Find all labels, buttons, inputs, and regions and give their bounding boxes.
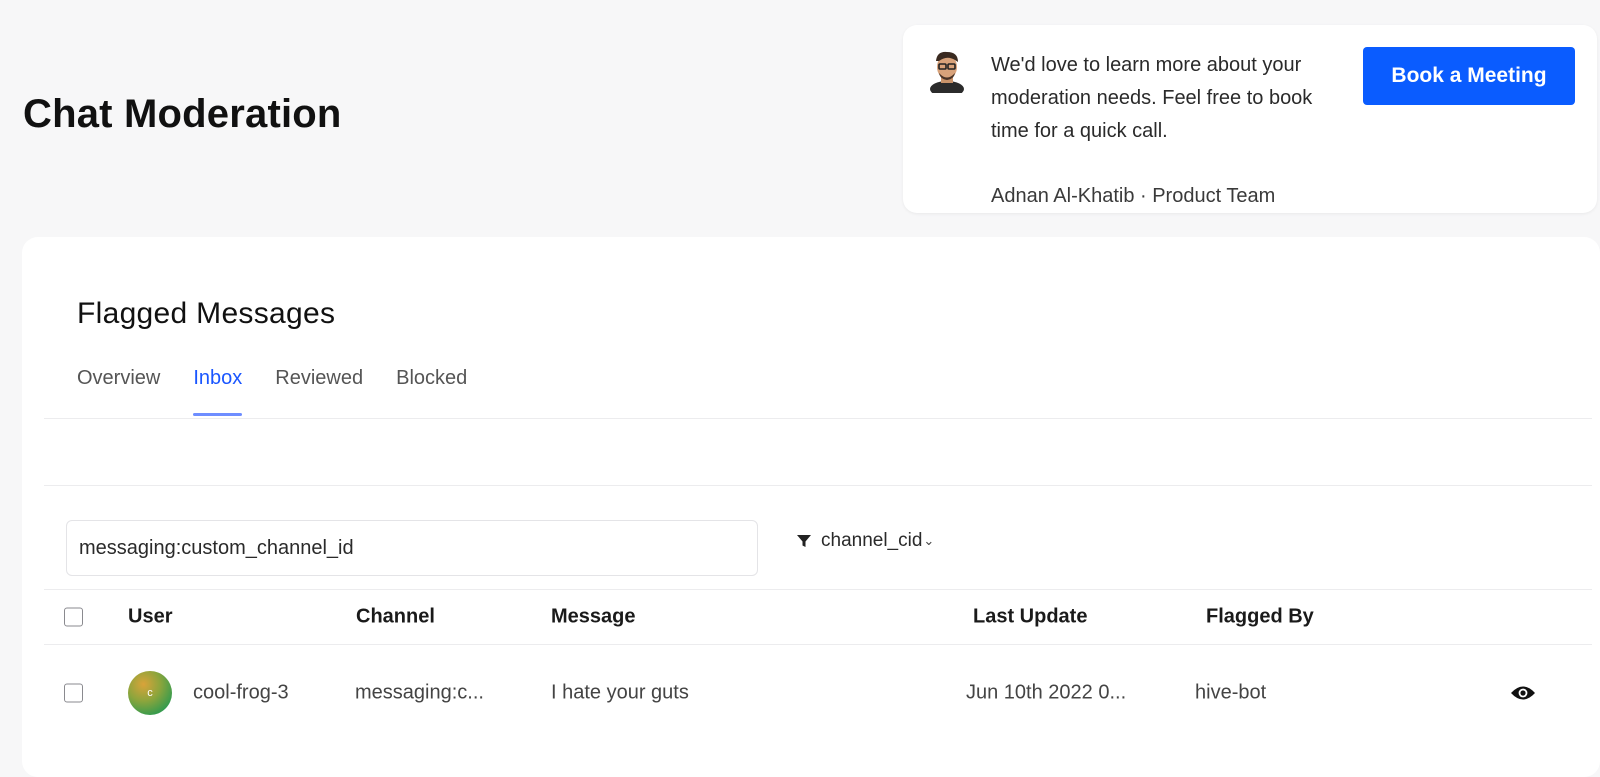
row-user: cool-frog-3 <box>193 681 289 704</box>
row-last-update: Jun 10th 2022 0... <box>966 681 1127 704</box>
row-message: I hate your guts <box>551 681 689 704</box>
column-header-last-update[interactable]: Last Update <box>973 606 1087 629</box>
column-header-message[interactable]: Message <box>551 606 636 629</box>
flagged-messages-card: Flagged Messages Overview Inbox Reviewed… <box>22 237 1600 777</box>
promo-card: We'd love to learn more about your moder… <box>903 25 1597 213</box>
row-checkbox[interactable] <box>64 683 83 703</box>
column-header-flagged-by[interactable]: Flagged By <box>1206 606 1314 629</box>
channel-filter-input[interactable] <box>66 520 758 576</box>
avatar: c <box>128 671 172 715</box>
promo-author: Adnan Al-Khatib · Product Team <box>991 185 1276 207</box>
page-title: Chat Moderation <box>23 92 342 136</box>
table-header: User Channel Message Last Update Flagged… <box>44 590 1592 644</box>
row-channel: messaging:c... <box>355 681 484 704</box>
column-header-channel[interactable]: Channel <box>356 606 435 629</box>
section-title: Flagged Messages <box>77 297 336 330</box>
select-all-checkbox[interactable] <box>64 607 83 627</box>
column-header-user[interactable]: User <box>128 606 172 629</box>
person-avatar-icon <box>930 51 964 93</box>
tab-blocked[interactable]: Blocked <box>396 367 467 416</box>
tab-overview[interactable]: Overview <box>77 367 160 416</box>
tab-inbox[interactable]: Inbox <box>193 367 242 416</box>
tab-bar: Overview Inbox Reviewed Blocked <box>77 367 500 416</box>
filter-field-dropdown[interactable]: channel_cid ⌄ <box>796 530 934 552</box>
filter-field-label: channel_cid <box>821 530 923 551</box>
book-meeting-button[interactable]: Book a Meeting <box>1363 47 1575 105</box>
divider <box>44 485 1592 486</box>
promo-message: We'd love to learn more about your moder… <box>991 54 1313 142</box>
chevron-down-icon: ⌄ <box>923 533 935 548</box>
eye-icon[interactable] <box>1510 684 1536 702</box>
row-flagged-by: hive-bot <box>1195 681 1267 704</box>
table-row[interactable]: c cool-frog-3 messaging:c... I hate your… <box>44 645 1592 741</box>
divider <box>44 418 1592 419</box>
tab-reviewed[interactable]: Reviewed <box>275 367 363 416</box>
funnel-icon <box>797 535 811 547</box>
